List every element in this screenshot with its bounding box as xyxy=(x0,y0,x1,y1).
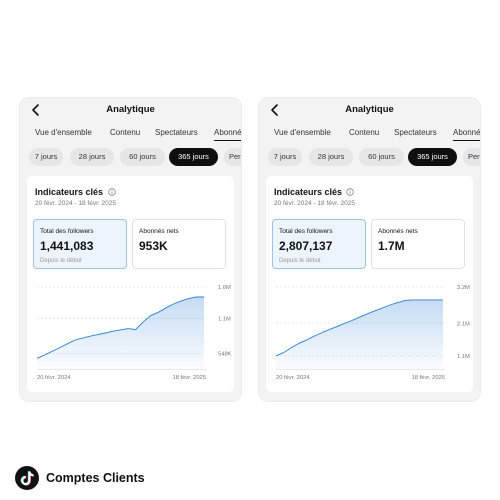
range-chip-60d[interactable]: 60 jours xyxy=(359,148,404,166)
tab-viewers[interactable]: Spectateurs xyxy=(155,128,198,137)
range-chip-365d[interactable]: 365 jours xyxy=(408,148,457,166)
indicators-title: Indicateurs clés xyxy=(35,187,104,197)
tab-overview[interactable]: Vue d'ensemble xyxy=(35,128,92,137)
total-followers-card[interactable]: Total des followers 2,807,137 Depuis le … xyxy=(272,219,366,269)
tab-viewers[interactable]: Spectateurs xyxy=(394,128,437,137)
since-start-label: Depuis le début xyxy=(279,258,321,264)
y-tick-label: 1.6M xyxy=(218,285,231,291)
tab-bar: Vue d'ensemble Contenu Spectateurs Abonn… xyxy=(20,122,241,142)
info-icon[interactable] xyxy=(346,187,354,196)
info-icon[interactable] xyxy=(108,187,116,196)
net-followers-label: Abonnés nets xyxy=(378,228,418,235)
since-start-label: Depuis le début xyxy=(40,258,82,264)
total-followers-value: 1,441,083 xyxy=(40,239,94,253)
net-followers-value: 1.7M xyxy=(378,239,405,253)
analytics-card-1: Analytique Vue d'ensemble Contenu Specta… xyxy=(20,98,241,401)
indicators-title: Indicateurs clés xyxy=(274,187,343,197)
net-followers-card[interactable]: Abonnés nets 1.7M xyxy=(371,219,465,269)
tab-overview[interactable]: Vue d'ensemble xyxy=(274,128,331,137)
followers-area xyxy=(276,299,443,369)
net-followers-label: Abonnés nets xyxy=(139,228,179,235)
range-chip-365d[interactable]: 365 jours xyxy=(169,148,218,166)
app-header: Analytique xyxy=(20,98,241,122)
range-chip-28d[interactable]: 28 jours xyxy=(309,148,353,166)
key-indicators-panel: Indicateurs clés 20 févr. 2024 - 18 févr… xyxy=(266,176,473,392)
followers-chart: 1.6M 1.1M 548K 20 févr. 2024 18 févr. 2025 xyxy=(36,285,232,381)
key-indicators-panel: Indicateurs clés 20 févr. 2024 - 18 févr… xyxy=(27,176,234,392)
y-tick-label: 1.1M xyxy=(218,317,231,323)
x-tick-label: 18 févr. 2025 xyxy=(411,375,445,381)
tab-bar: Vue d'ensemble Contenu Spectateurs Abonn… xyxy=(259,122,480,142)
page-title: Analytique xyxy=(345,104,394,115)
range-selector: 7 jours 28 jours 60 jours 365 jours Pers… xyxy=(20,142,241,172)
total-followers-value: 2,807,137 xyxy=(279,239,333,253)
page-title: Analytique xyxy=(106,104,155,115)
date-range: 20 févr. 2024 - 18 févr. 2025 xyxy=(35,200,116,207)
y-tick-label: 3.2M xyxy=(457,285,470,291)
tab-followers[interactable]: Abonnés xyxy=(453,128,480,141)
range-chip-60d[interactable]: 60 jours xyxy=(120,148,165,166)
total-followers-label: Total des followers xyxy=(40,228,94,235)
tiktok-logo-icon xyxy=(15,466,39,490)
app-header: Analytique xyxy=(259,98,480,122)
tab-content[interactable]: Contenu xyxy=(349,128,379,137)
y-tick-label: 2.1M xyxy=(457,321,470,327)
net-followers-card[interactable]: Abonnés nets 953K xyxy=(132,219,226,269)
net-followers-value: 953K xyxy=(139,239,168,253)
range-selector: 7 jours 28 jours 60 jours 365 jours Pers… xyxy=(259,142,480,172)
range-chip-28d[interactable]: 28 jours xyxy=(70,148,114,166)
followers-chart: 3.2M 2.1M 1.1M 20 févr. 2024 18 févr. 2025 xyxy=(275,285,470,381)
range-chip-custom[interactable]: Perso xyxy=(463,148,480,166)
x-tick-label: 20 févr. 2024 xyxy=(37,375,71,381)
analytics-card-2: Analytique Vue d'ensemble Contenu Specta… xyxy=(259,98,480,401)
x-tick-label: 20 févr. 2024 xyxy=(276,375,310,381)
range-chip-7d[interactable]: 7 jours xyxy=(29,148,63,166)
tab-followers[interactable]: Abonnés xyxy=(214,128,241,141)
range-chip-custom[interactable]: Perso xyxy=(224,148,241,166)
y-tick-label: 548K xyxy=(218,352,232,358)
followers-area xyxy=(37,297,204,369)
brand-name: Comptes Clients xyxy=(46,471,145,485)
y-tick-label: 1.1M xyxy=(457,354,470,360)
date-range: 20 févr. 2024 - 18 févr. 2025 xyxy=(274,200,355,207)
x-tick-label: 18 févr. 2025 xyxy=(172,375,206,381)
total-followers-label: Total des followers xyxy=(279,228,333,235)
total-followers-card[interactable]: Total des followers 1,441,083 Depuis le … xyxy=(33,219,127,269)
range-chip-7d[interactable]: 7 jours xyxy=(268,148,302,166)
tab-content[interactable]: Contenu xyxy=(110,128,140,137)
